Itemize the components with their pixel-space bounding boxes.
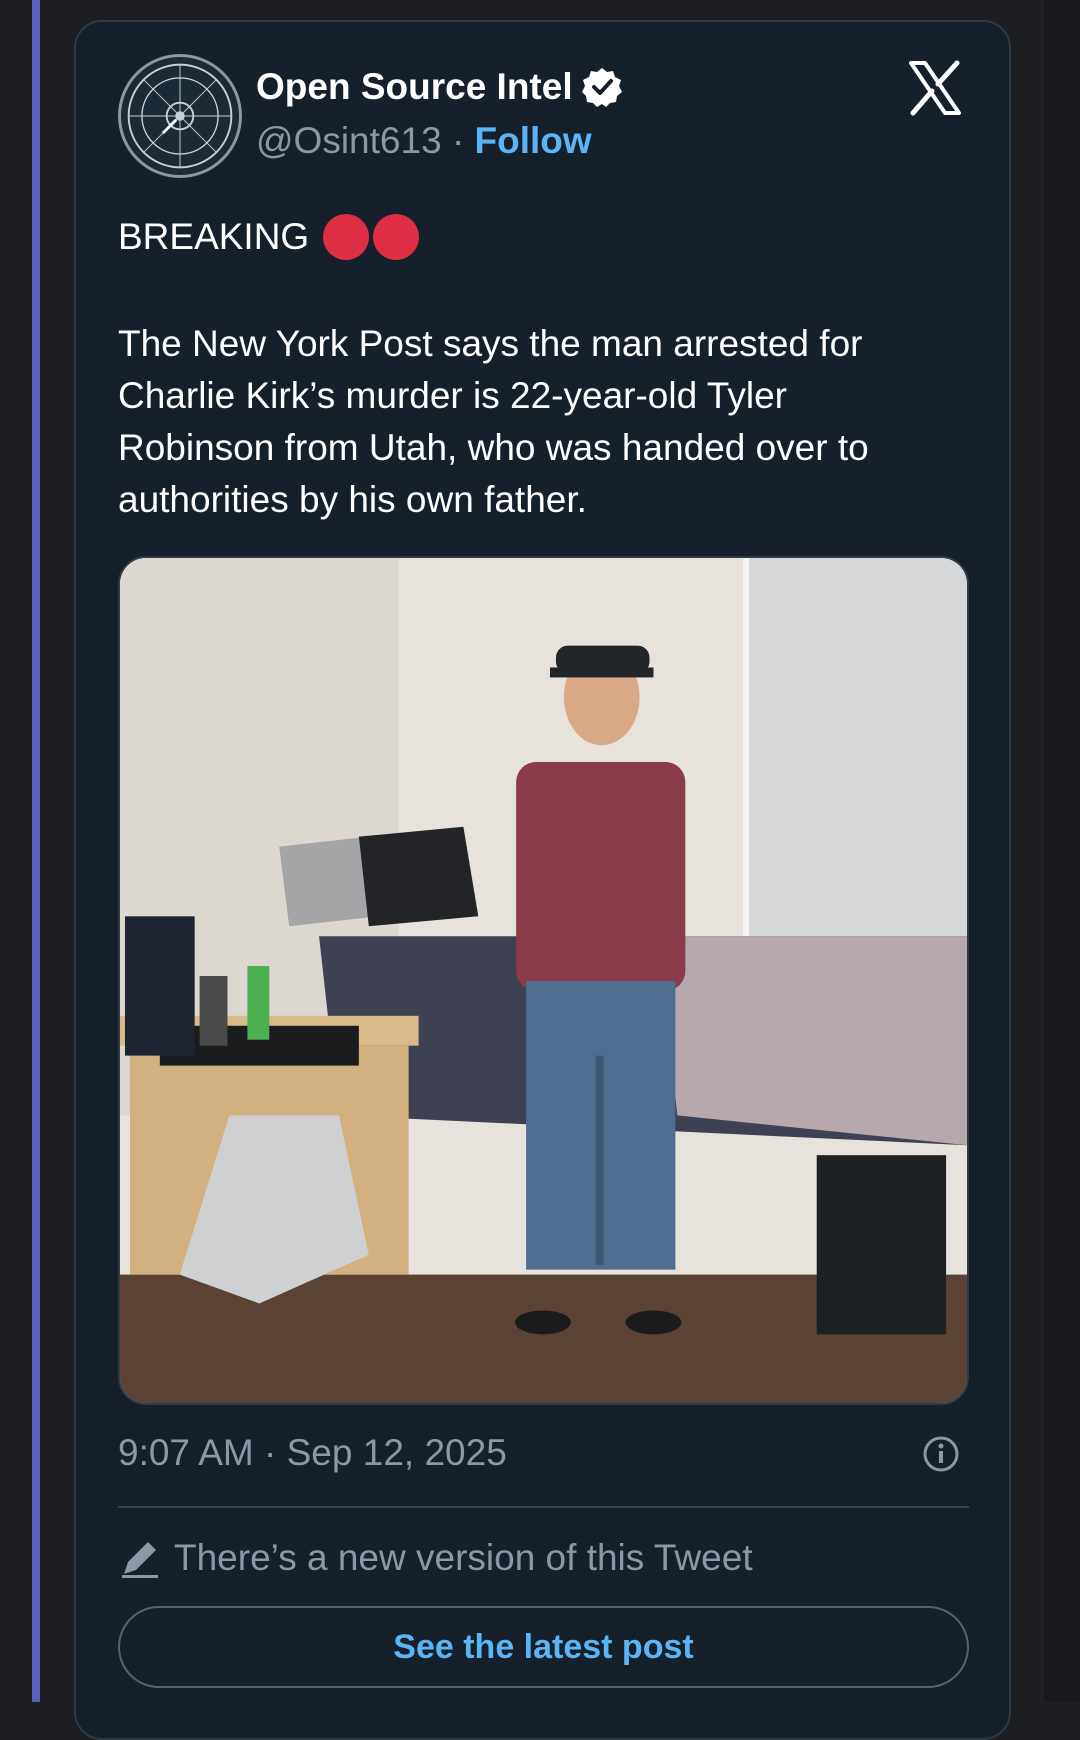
open-source-intel-seal-icon xyxy=(127,63,233,169)
see-latest-post-button[interactable]: See the latest post xyxy=(118,1606,969,1688)
divider xyxy=(118,1506,969,1508)
left-accent-bar xyxy=(32,0,40,1702)
author-avatar[interactable] xyxy=(118,54,242,178)
handle-separator: · xyxy=(451,120,465,161)
tweet-headline-row: BREAKING xyxy=(118,214,420,260)
right-edge-strip xyxy=(1044,0,1080,1702)
photo-young-man-standing-in-dorm-room xyxy=(120,558,967,1403)
red-circle-emoji xyxy=(373,214,420,260)
follow-button[interactable]: Follow xyxy=(475,120,592,161)
tweet-photo[interactable] xyxy=(118,556,969,1405)
pencil-icon xyxy=(122,1542,158,1578)
edit-notice: There’s a new version of this Tweet xyxy=(118,1536,753,1580)
author-handle[interactable]: @Osint613 xyxy=(256,120,442,161)
x-logo-icon[interactable] xyxy=(905,58,965,118)
tweet-card: Open Source Intel @Osint613 · Follow BRE… xyxy=(74,20,1011,1740)
red-circle-emoji xyxy=(323,214,370,260)
tweet-text: The New York Post says the man arrested … xyxy=(118,323,869,520)
tweet-timestamp[interactable]: 9:07 AM · Sep 12, 2025 xyxy=(118,1432,507,1474)
info-icon[interactable] xyxy=(921,1434,961,1474)
verified-badge-icon xyxy=(581,68,622,107)
edit-notice-text: There’s a new version of this Tweet xyxy=(174,1537,753,1578)
tweet-headline: BREAKING xyxy=(118,216,310,257)
author-name[interactable]: Open Source Intel xyxy=(256,66,573,108)
